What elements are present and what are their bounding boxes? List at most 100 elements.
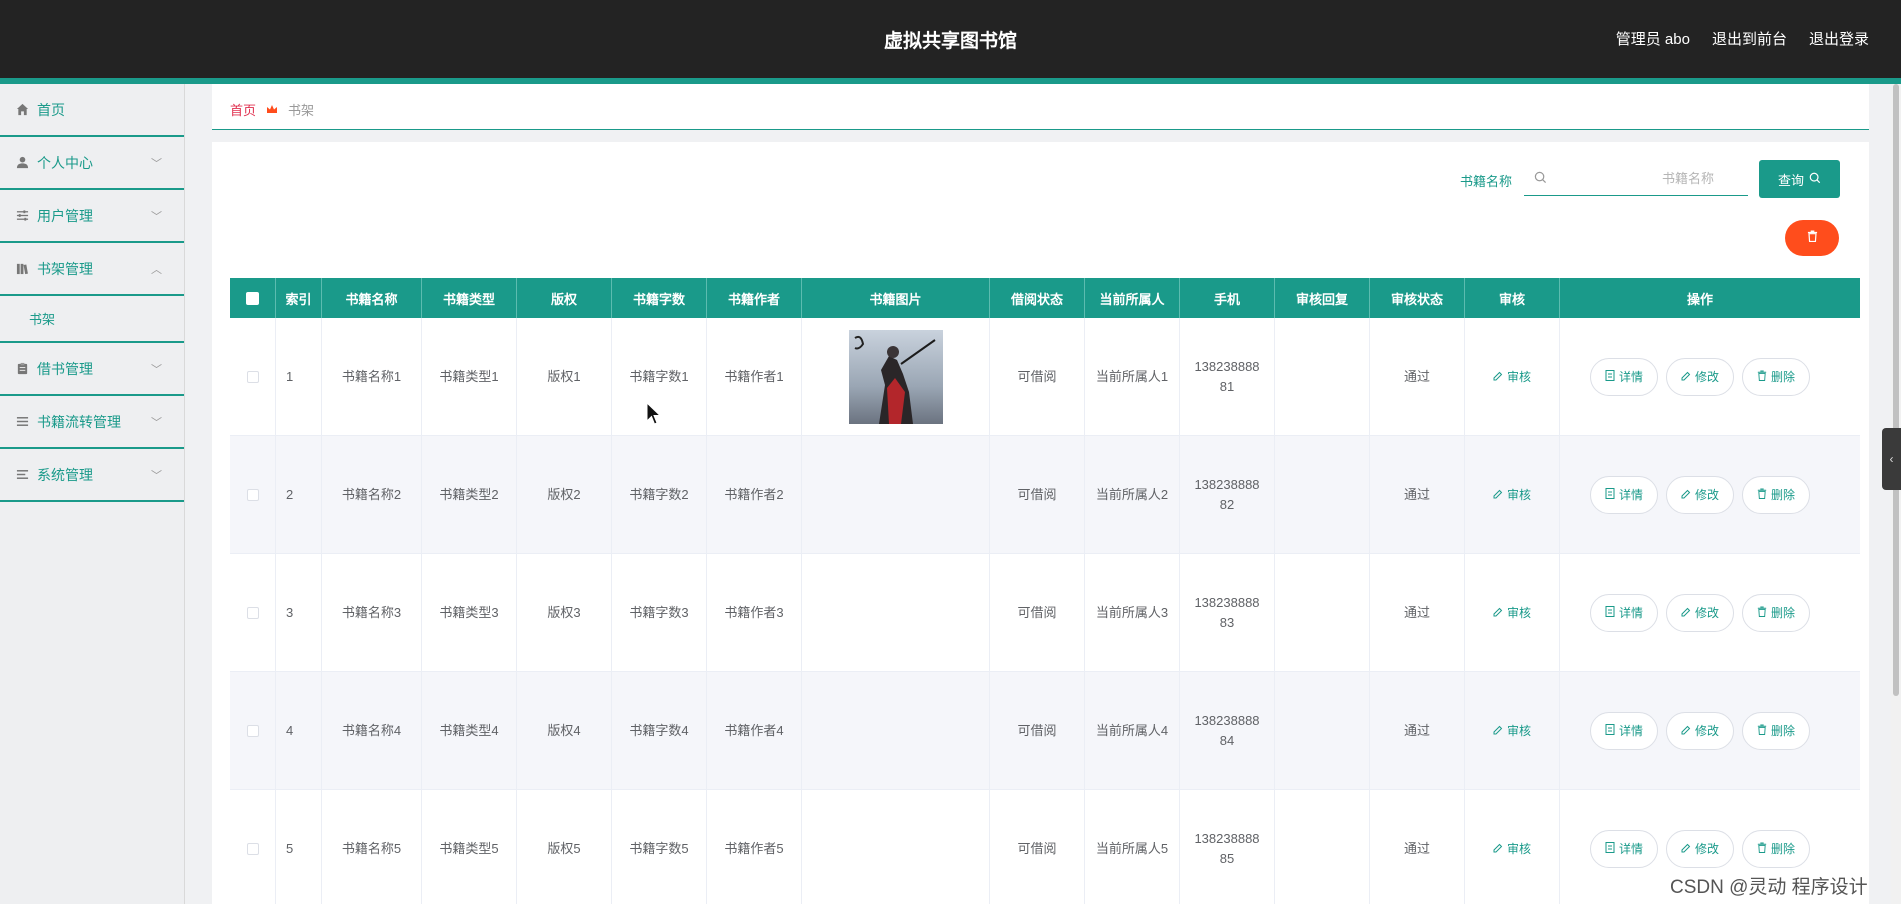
mouse-cursor-icon (646, 401, 662, 431)
audit-link[interactable]: 审核 (1493, 721, 1531, 741)
sidebar-item-borrow-management[interactable]: 借书管理 ﹀ (0, 343, 184, 396)
sidebar-item-label: 系统管理 (37, 466, 93, 483)
sidebar-item-circulation[interactable]: 书籍流转管理 ﹀ (0, 396, 184, 449)
audit-status-cell: 通过 (1370, 318, 1465, 435)
header-links: 管理员 abo 退出到前台 退出登录 (1616, 28, 1869, 49)
copyright-cell: 版权1 (517, 318, 612, 435)
select-all-checkbox[interactable] (246, 291, 259, 305)
book-name-cell: 书籍名称3 (322, 554, 422, 671)
audit-link-label: 审核 (1506, 723, 1531, 738)
logout-link[interactable]: 退出登录 (1809, 28, 1869, 49)
row-checkbox[interactable] (246, 842, 259, 855)
phone-cell: 138238888 84 (1180, 672, 1275, 789)
owner-cell: 当前所属人5 (1085, 790, 1180, 904)
page-scrollbar-thumb[interactable] (1893, 84, 1899, 696)
row-select-cell (230, 790, 276, 904)
admin-user-label[interactable]: 管理员 abo (1616, 28, 1690, 49)
audit-link[interactable]: 审核 (1493, 367, 1531, 387)
books-table: 索引 书籍名称 书籍类型 版权 书籍字数 书籍作者 书籍图片 借阅状态 当前所属… (230, 278, 1860, 904)
search-icon (1809, 172, 1821, 187)
book-image-cell (802, 672, 990, 789)
author-cell: 书籍作者1 (707, 318, 802, 435)
header-cell: 操作 (1686, 291, 1713, 307)
side-panel-toggle[interactable]: ‹ (1882, 428, 1901, 490)
audit-reply-cell (1275, 672, 1370, 789)
detail-button[interactable]: 详情 (1590, 711, 1658, 750)
sidebar-subitem-bookshelf[interactable]: 书架 (0, 296, 184, 343)
menu-icon (15, 468, 29, 482)
book-image-cell (802, 554, 990, 671)
sidebar-item-bookshelf-management[interactable]: 书架管理 ︿ (0, 243, 184, 296)
owner-cell: 当前所属人3 (1085, 554, 1180, 671)
detail-button[interactable]: 详情 (1590, 475, 1658, 514)
sidebar-item-home[interactable]: 首页 (0, 84, 184, 137)
operations-cell: 详情 修改 删除 (1560, 318, 1840, 435)
edit-button[interactable]: 修改 (1666, 357, 1734, 396)
row-checkbox[interactable] (246, 606, 259, 619)
clipboard-icon (15, 362, 29, 376)
detail-button[interactable]: 详情 (1590, 829, 1658, 868)
audit-link-label: 审核 (1506, 487, 1531, 502)
header-cell: 书籍作者 (707, 278, 802, 318)
chevron-down-icon: ﹀ (151, 470, 162, 482)
delete-button-label: 删除 (1770, 369, 1795, 384)
user-icon (15, 156, 29, 170)
phone-line-2: 81 (1219, 378, 1235, 394)
detail-button[interactable]: 详情 (1590, 357, 1658, 396)
index-cell: 5 (276, 790, 322, 904)
audit-reply-cell (1275, 554, 1370, 671)
delete-button[interactable]: 删除 (1742, 357, 1810, 396)
breadcrumb-home-link[interactable]: 首页 (230, 100, 256, 119)
delete-button[interactable]: 删除 (1742, 711, 1810, 750)
book-name-cell: 书籍名称2 (322, 436, 422, 553)
row-actions: 详情 修改 删除 (1590, 357, 1810, 396)
word-count-cell: 书籍字数5 (612, 790, 707, 904)
book-name-cell: 书籍名称4 (322, 672, 422, 789)
delete-button[interactable]: 删除 (1742, 829, 1810, 868)
delete-button[interactable]: 删除 (1742, 593, 1810, 632)
audit-link[interactable]: 审核 (1493, 839, 1531, 859)
row-checkbox[interactable] (246, 724, 259, 737)
detail-button-label: 详情 (1618, 723, 1643, 738)
edit-icon (1681, 839, 1691, 859)
main-panel: 书籍名称 查询 索引 书籍名称 书籍类型 版权 书籍字数 书籍作者 书籍图片 借… (212, 142, 1869, 904)
trash-icon (1757, 485, 1767, 505)
edit-icon (1681, 485, 1691, 505)
header-cell: 手机 (1180, 278, 1275, 318)
edit-button-label: 修改 (1694, 487, 1719, 502)
delete-button[interactable]: 删除 (1742, 475, 1810, 514)
sidebar-item-label: 书籍流转管理 (37, 413, 121, 430)
sidebar-item-system[interactable]: 系统管理 ﹀ (0, 449, 184, 502)
breadcrumb-bar: 首页 书架 (212, 84, 1869, 130)
edit-button-label: 修改 (1694, 605, 1719, 620)
document-icon (1605, 721, 1615, 741)
borrow-status-cell: 可借阅 (990, 554, 1085, 671)
query-button[interactable]: 查询 (1759, 160, 1840, 198)
sidebar-item-label: 个人中心 (37, 154, 93, 171)
batch-delete-button[interactable] (1785, 220, 1839, 256)
detail-button[interactable]: 详情 (1590, 593, 1658, 632)
borrow-status-cell: 可借阅 (990, 318, 1085, 435)
row-checkbox[interactable] (246, 370, 259, 383)
phone-line-2: 84 (1219, 732, 1235, 748)
edit-button-label: 修改 (1694, 841, 1719, 856)
back-to-front-link[interactable]: 退出到前台 (1712, 28, 1787, 49)
audit-link-label: 审核 (1506, 369, 1531, 384)
edit-button[interactable]: 修改 (1666, 593, 1734, 632)
row-actions: 详情 修改 删除 (1590, 593, 1810, 632)
edit-button[interactable]: 修改 (1666, 829, 1734, 868)
audit-link[interactable]: 审核 (1493, 485, 1531, 505)
search-input[interactable] (1558, 166, 1744, 190)
borrow-status-cell: 可借阅 (990, 436, 1085, 553)
chevron-down-icon: ﹀ (151, 211, 162, 223)
sidebar-item-users[interactable]: 用户管理 ﹀ (0, 190, 184, 243)
top-header: 虚拟共享图书馆 管理员 abo 退出到前台 退出登录 (0, 0, 1901, 78)
chevron-left-icon: ‹ (1889, 452, 1894, 466)
phone-cell: 138238888 81 (1180, 318, 1275, 435)
edit-button[interactable]: 修改 (1666, 711, 1734, 750)
sidebar-item-profile[interactable]: 个人中心 ﹀ (0, 137, 184, 190)
book-image-cell (802, 790, 990, 904)
edit-button[interactable]: 修改 (1666, 475, 1734, 514)
row-checkbox[interactable] (246, 488, 259, 501)
audit-link[interactable]: 审核 (1493, 603, 1531, 623)
